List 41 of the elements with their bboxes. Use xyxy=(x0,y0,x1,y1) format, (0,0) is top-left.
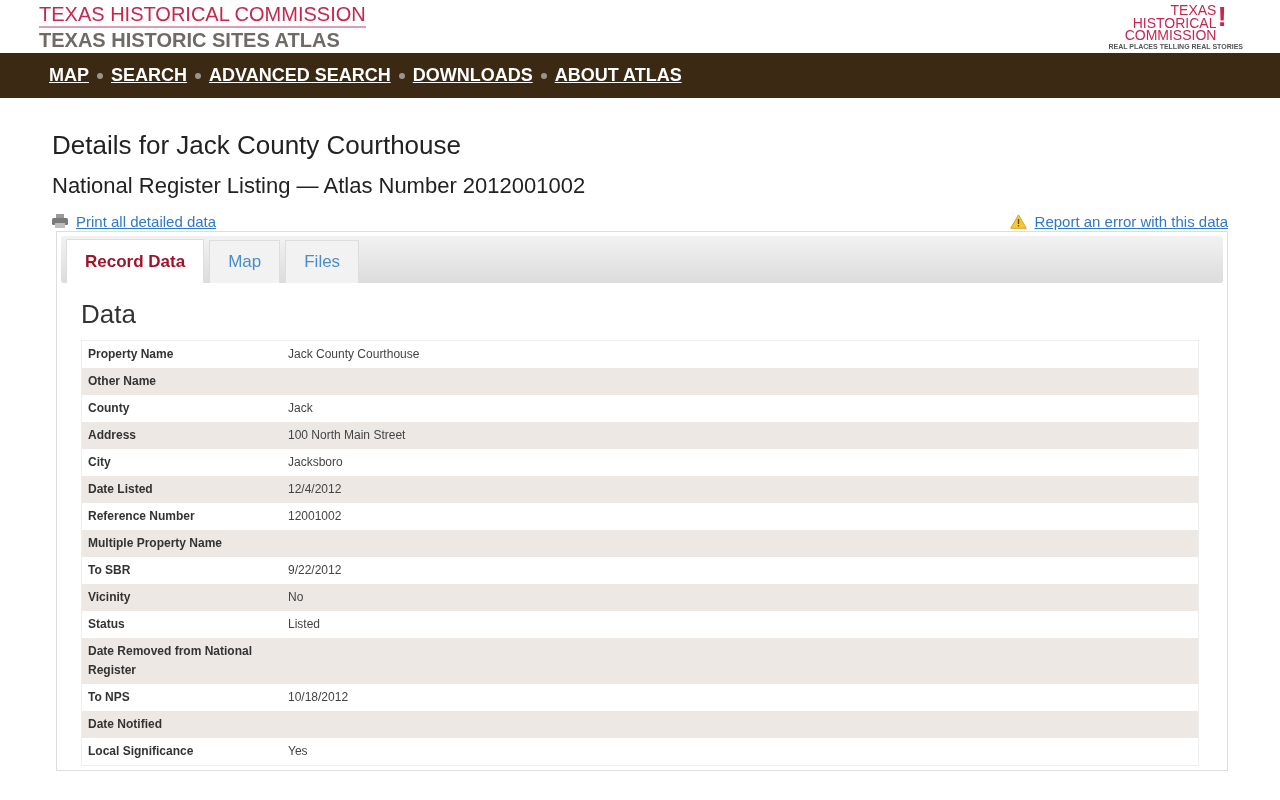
nav-link[interactable]: DOWNLOADS xyxy=(412,65,533,86)
field-label: Other Name xyxy=(81,368,282,395)
field-label: County xyxy=(81,395,282,422)
nav-link[interactable]: MAP xyxy=(49,65,89,86)
section-title: Data xyxy=(81,299,137,330)
field-value: 12001002 xyxy=(288,509,342,523)
field-label: Date Removed from National Register xyxy=(81,638,282,684)
field-label: To NPS xyxy=(81,684,282,711)
field-label: Address xyxy=(81,422,282,449)
nav-link[interactable]: SEARCH xyxy=(111,65,187,86)
field-value: Jacksboro xyxy=(288,455,343,469)
page-heading: Details for Jack County Courthouse xyxy=(52,130,462,161)
field-value: Listed xyxy=(288,617,321,631)
field-label: Date Notified xyxy=(81,711,282,738)
site-subtitle[interactable]: TEXAS HISTORIC SITES ATLAS xyxy=(39,28,366,52)
field-label: Reference Number xyxy=(81,503,282,530)
tab[interactable]: Record Data xyxy=(66,239,205,283)
field-label: To SBR xyxy=(81,557,282,584)
field-label: Date Listed xyxy=(81,476,282,503)
field-value: Jack County Courthouse xyxy=(288,347,420,361)
field-value: Jack xyxy=(288,401,313,415)
field-value: Yes xyxy=(288,744,308,758)
field-label: Vicinity xyxy=(81,584,282,611)
field-value: 12/4/2012 xyxy=(288,482,342,496)
page-subheading: National Register Listing — Atlas Number 2012001002 xyxy=(52,173,587,199)
field-label: Local Significance xyxy=(81,738,282,766)
field-value: No xyxy=(288,590,304,604)
nav-link[interactable]: ABOUT ATLAS xyxy=(554,65,682,86)
nav-link[interactable]: ADVANCED SEARCH xyxy=(209,65,391,86)
field-value: 10/18/2012 xyxy=(288,690,349,704)
printer-icon xyxy=(52,214,68,228)
field-value: 9/22/2012 xyxy=(288,563,342,577)
field-label: Property Name xyxy=(81,340,282,368)
site-title[interactable]: TEXAS HISTORICAL COMMISSION xyxy=(39,3,366,28)
field-label: Status xyxy=(81,611,282,638)
print-link[interactable]: Print all detailed data xyxy=(76,212,217,230)
field-value: 100 North Main Street xyxy=(288,428,406,442)
field-label: City xyxy=(81,449,282,476)
warning-icon xyxy=(1009,213,1027,229)
report-error-link[interactable]: Report an error with this data xyxy=(1034,212,1228,230)
field-label: Multiple Property Name xyxy=(81,530,282,557)
